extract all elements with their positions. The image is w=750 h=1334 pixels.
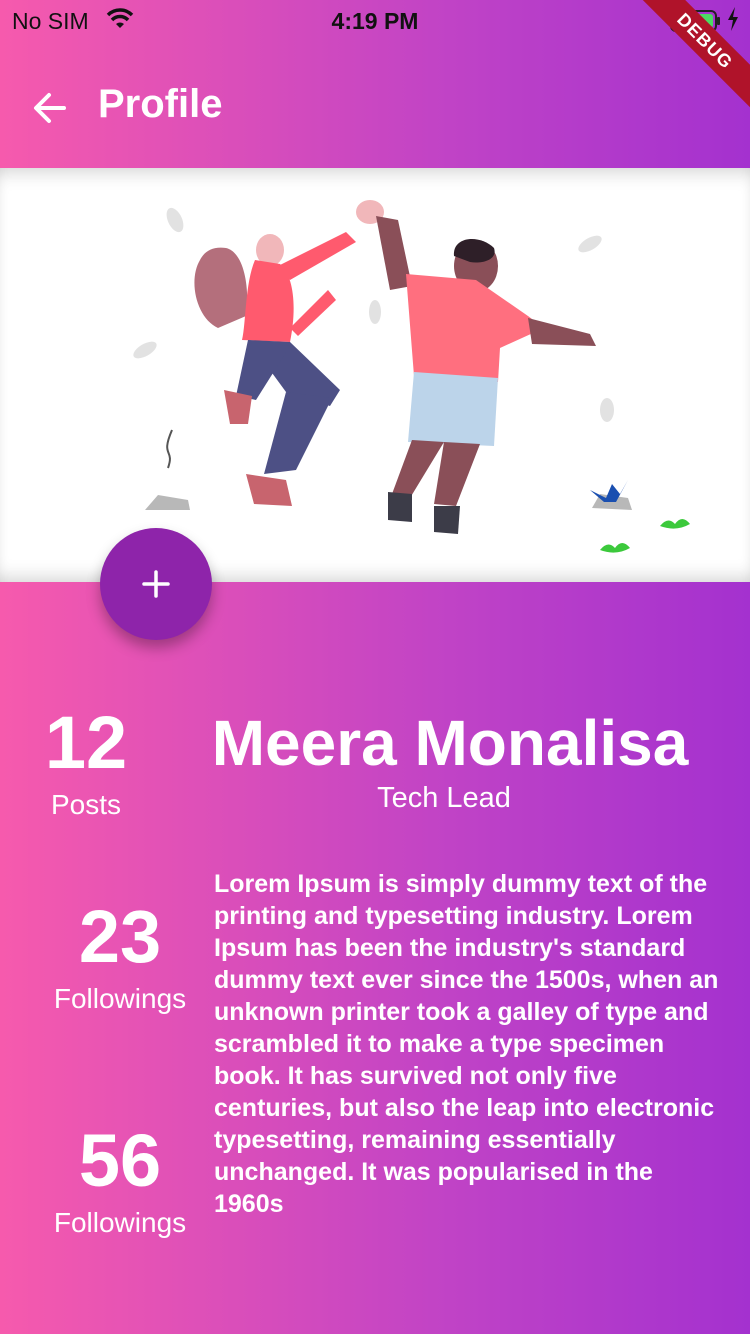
clock: 4:19 PM — [331, 8, 419, 34]
profile-name: Meera Monalisa — [211, 707, 689, 779]
stat-value: 56 — [78, 1119, 162, 1202]
app-bar: Profile — [0, 60, 750, 168]
back-button[interactable] — [30, 88, 70, 128]
page-title: Profile — [98, 82, 223, 126]
stat-label: Posts — [50, 789, 122, 820]
stat-label: Followings — [53, 1207, 187, 1238]
stat-posts: 12 Posts — [26, 706, 146, 821]
stat-label: Followings — [53, 983, 187, 1014]
charging-icon — [726, 6, 740, 38]
profile-role: Tech Lead — [377, 782, 511, 814]
status-bar: No SIM 4:19 PM — [0, 0, 750, 40]
arrow-back-icon — [34, 93, 66, 123]
stat-followings-2: 56 Followings — [20, 1124, 220, 1239]
hero-illustration — [0, 168, 750, 582]
add-button[interactable] — [100, 528, 212, 640]
stat-value: 23 — [78, 895, 162, 978]
plus-icon — [142, 570, 170, 598]
profile-bio: Lorem Ipsum is simply dummy text of the … — [214, 870, 719, 1218]
stat-followings: 23 Followings — [20, 900, 220, 1015]
stat-value: 12 — [44, 701, 128, 784]
